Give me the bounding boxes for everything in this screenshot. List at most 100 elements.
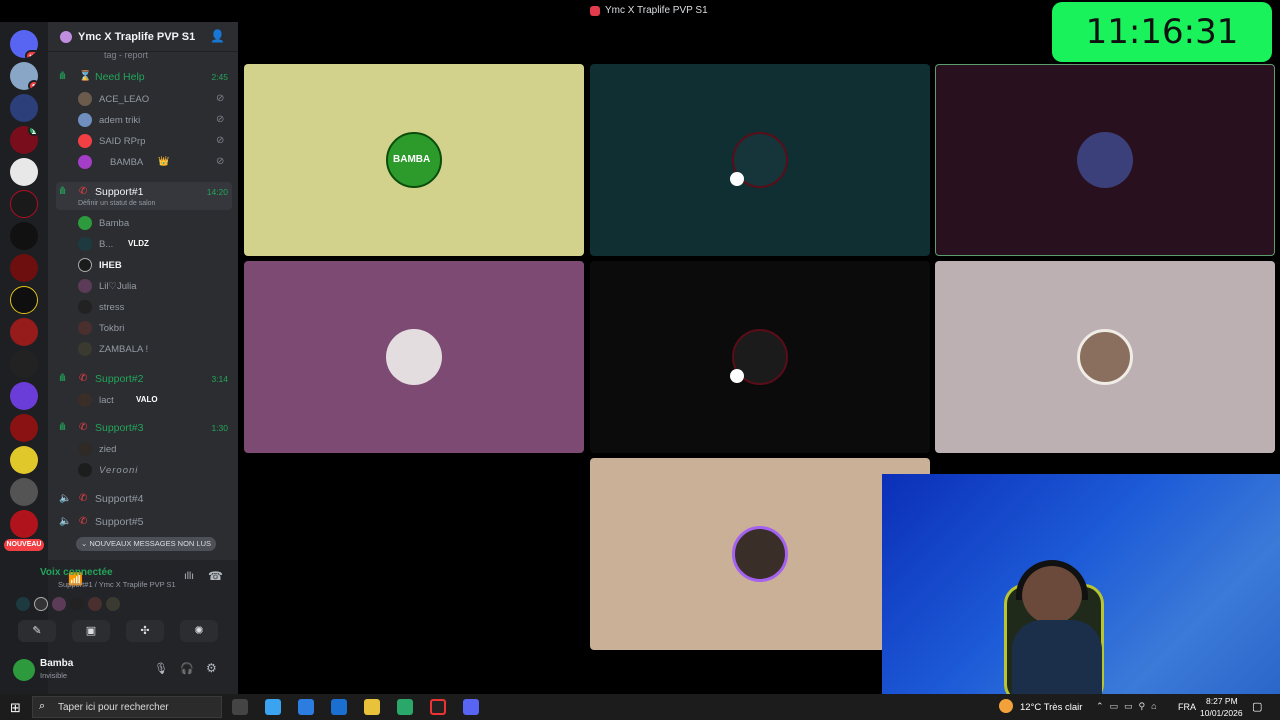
disconnect-icon[interactable]: ☎ bbox=[208, 569, 223, 583]
activities-button[interactable]: ✣ bbox=[126, 620, 164, 642]
server-icon[interactable] bbox=[10, 414, 38, 442]
notification-icon[interactable]: ▢ bbox=[1252, 700, 1262, 713]
voice-activity-icon: ıllı bbox=[59, 71, 66, 82]
channel-name: Support#3 bbox=[95, 422, 144, 434]
server-icon-active[interactable]: 1 bbox=[10, 126, 38, 154]
avatar bbox=[78, 113, 92, 127]
chevron-down-icon: ⌄ bbox=[181, 29, 190, 40]
folder-icon[interactable] bbox=[364, 699, 380, 715]
unread-messages-pill[interactable]: ⌄ NOUVEAUX MESSAGES NON LUS bbox=[76, 537, 216, 551]
avatar bbox=[78, 442, 92, 456]
avatar bbox=[78, 342, 92, 356]
weather-icon bbox=[999, 699, 1013, 713]
server-icon[interactable] bbox=[10, 318, 38, 346]
channel-name: Support#4 bbox=[95, 493, 144, 505]
avatar bbox=[70, 597, 84, 611]
avatar bbox=[732, 526, 788, 582]
discord-icon[interactable] bbox=[463, 699, 479, 715]
speaker-icon: 🔈 bbox=[59, 493, 71, 504]
avatar bbox=[106, 597, 120, 611]
store-icon[interactable] bbox=[298, 699, 314, 715]
channel-timer: 2:45 bbox=[211, 72, 228, 82]
avatar bbox=[1077, 329, 1133, 385]
channel-name: Support#2 bbox=[95, 373, 144, 385]
avatar[interactable] bbox=[13, 659, 35, 681]
edge-icon[interactable] bbox=[397, 699, 413, 715]
noise-suppression-icon[interactable]: ıllı bbox=[184, 571, 194, 582]
server-icon[interactable] bbox=[10, 286, 38, 314]
new-pill[interactable]: NOUVEAU bbox=[4, 539, 44, 551]
channel-name: Support#1 bbox=[95, 186, 144, 198]
server-icon[interactable] bbox=[10, 446, 38, 474]
speaking-indicator-icon bbox=[730, 369, 744, 383]
copilot-icon[interactable] bbox=[265, 699, 281, 715]
user-tag: VALO bbox=[136, 395, 158, 404]
taskbar-search[interactable]: ⌕ Taper ici pour rechercher bbox=[32, 696, 222, 718]
server-icon[interactable] bbox=[10, 158, 38, 186]
language-indicator[interactable]: FRA bbox=[1178, 702, 1196, 712]
microphone-icon[interactable]: 🎙 bbox=[154, 662, 168, 675]
avatar bbox=[78, 300, 92, 314]
video-tile-active[interactable] bbox=[935, 64, 1275, 256]
stream-clock: 11:16:31 bbox=[1052, 2, 1272, 62]
screen-share-button[interactable]: ▣ bbox=[72, 620, 110, 642]
taskbar-time[interactable]: 8:27 PM bbox=[1206, 696, 1238, 706]
gear-icon[interactable]: ⚙ bbox=[206, 661, 217, 675]
avatar bbox=[78, 237, 92, 251]
app-icon[interactable] bbox=[430, 699, 446, 715]
voice-activity-icon: ıllı bbox=[59, 186, 66, 197]
tray-icons[interactable]: ⌃▭▭⚲⌂ bbox=[1096, 701, 1163, 712]
home-button[interactable]: 1K+ bbox=[10, 30, 38, 58]
crown-icon: 👑 bbox=[158, 156, 170, 166]
voice-channel-support2[interactable]: ıllı ✆ Support#2 3:14 bbox=[56, 369, 232, 389]
voice-channel-support5[interactable]: 🔈 ✆ Support#5 bbox=[56, 512, 232, 532]
voice-channel-need-help[interactable]: ıllı ⌛ Need Help 2:45 bbox=[56, 67, 232, 87]
search-placeholder: Taper ici pour rechercher bbox=[58, 702, 169, 713]
weather-text[interactable]: 12°C Très clair bbox=[1020, 702, 1082, 713]
channel-status[interactable]: Définir un statut de salon bbox=[78, 200, 155, 207]
outlook-icon[interactable] bbox=[331, 699, 347, 715]
voice-channel-support3[interactable]: ıllı ✆ Support#3 1:30 bbox=[56, 418, 232, 438]
video-tile[interactable]: BAMBA bbox=[244, 64, 584, 256]
video-tile[interactable] bbox=[590, 261, 930, 453]
server-icon[interactable] bbox=[10, 510, 38, 538]
video-tile[interactable] bbox=[244, 261, 584, 453]
avatar bbox=[78, 92, 92, 106]
server-icon[interactable] bbox=[10, 254, 38, 282]
avatar bbox=[78, 258, 92, 272]
taskbar-date[interactable]: 10/01/2026 bbox=[1200, 708, 1243, 718]
phone-icon: ✆ bbox=[79, 493, 88, 504]
unread-badge: 1 bbox=[27, 80, 38, 90]
avatar bbox=[78, 216, 92, 230]
windows-start-icon[interactable]: ⊞ bbox=[10, 700, 21, 716]
server-header[interactable]: Ymc X Traplife PVP S1 ⌄ 👤 bbox=[48, 22, 238, 52]
server-icon[interactable] bbox=[10, 350, 38, 378]
server-icon[interactable] bbox=[10, 190, 38, 218]
voice-channel-support4[interactable]: 🔈 ✆ Support#4 bbox=[56, 489, 232, 509]
video-tile[interactable] bbox=[590, 458, 930, 650]
voice-status[interactable]: Voix connectée bbox=[40, 567, 113, 578]
video-tile[interactable] bbox=[935, 261, 1275, 453]
voice-channel-support1[interactable]: ıllı ✆ Support#1 14:20 Définir un statut… bbox=[56, 182, 232, 210]
server-icon[interactable] bbox=[10, 382, 38, 410]
avatar bbox=[78, 321, 92, 335]
user-status: Invisible bbox=[40, 671, 68, 680]
server-icon[interactable] bbox=[10, 94, 38, 122]
server-icon[interactable] bbox=[10, 222, 38, 250]
server-rail: 1K+ 1 1 bbox=[0, 22, 48, 694]
task-view-icon[interactable] bbox=[232, 699, 248, 715]
phone-icon: ✆ bbox=[79, 516, 88, 527]
phone-icon: ✆ bbox=[79, 422, 88, 433]
voice-location[interactable]: Support#1 / Ymc X Traplife PVP S1 bbox=[58, 580, 176, 589]
soundboard-button[interactable]: ✺ bbox=[180, 620, 218, 642]
unread-badge: 1K+ bbox=[24, 50, 38, 58]
headphones-icon[interactable]: 🎧 bbox=[180, 662, 194, 675]
truncated-channel[interactable]: tag - report bbox=[104, 50, 148, 60]
phone-icon: ✆ bbox=[79, 186, 88, 197]
server-icon[interactable] bbox=[10, 478, 38, 506]
camera-off-button[interactable]: ✎ bbox=[18, 620, 56, 642]
channel-timer: 3:14 bbox=[211, 374, 228, 384]
video-tile[interactable] bbox=[590, 64, 930, 256]
invite-user-icon[interactable]: 👤 bbox=[210, 29, 225, 43]
server-icon[interactable]: 1 bbox=[10, 62, 38, 90]
